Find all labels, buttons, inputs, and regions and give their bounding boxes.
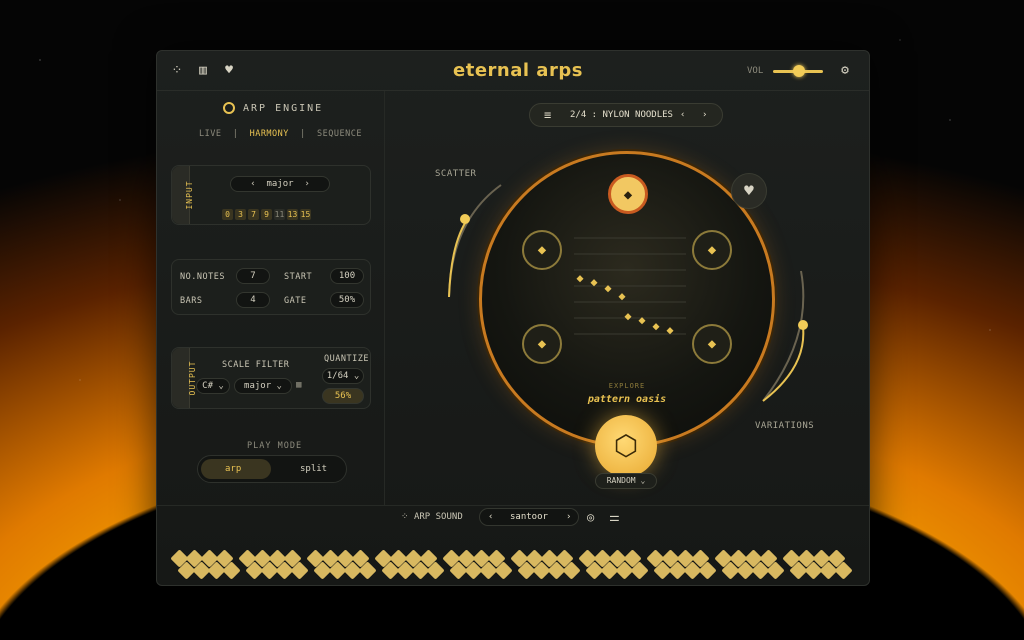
arp-sound-label: ⁘ ARP SOUND <box>401 512 463 522</box>
input-card: INPUT ‹ major › 0 3 7 9 11 13 15 <box>171 165 371 225</box>
preset-browser[interactable]: ≡ 2/4 : NYLON NOODLES ‹ › <box>529 103 723 127</box>
explore-label: EXPLORE <box>608 382 646 390</box>
explore-value: pattern oasis <box>587 394 667 405</box>
arp-mode-button[interactable]: arp <box>201 459 271 479</box>
next-sound-icon[interactable]: › <box>566 509 571 525</box>
quantize-selector[interactable]: 1/64 ⌄ <box>322 368 364 384</box>
app-logo: eternal arps <box>453 60 583 81</box>
tab-live[interactable]: LIVE <box>199 129 221 139</box>
dots-logo-icon[interactable]: ⁘ <box>169 63 185 79</box>
chip-9[interactable]: 9 <box>261 209 272 220</box>
power-icon[interactable] <box>223 102 235 114</box>
scale-filter-label: SCALE FILTER <box>222 360 290 370</box>
settings-icon[interactable]: ⚙ <box>837 63 853 79</box>
chip-7[interactable]: 7 <box>248 209 259 220</box>
start-value[interactable]: 100 <box>330 268 364 284</box>
chip-3[interactable]: 3 <box>235 209 246 220</box>
split-mode-button[interactable]: split <box>276 459 344 479</box>
pattern-node-right-top[interactable]: ◆ <box>692 230 732 270</box>
arp-pattern-preview <box>574 237 686 335</box>
piano-icon[interactable]: ▥ <box>195 63 211 79</box>
volume-label: VOL <box>747 66 764 76</box>
pattern-node-left-bottom[interactable]: ◆ <box>522 324 562 364</box>
favorite-heart-icon[interactable]: ♥ <box>731 173 767 209</box>
quantize-amount[interactable]: 56% <box>322 388 364 404</box>
menu-icon[interactable]: ≡ <box>544 104 551 126</box>
key-grid <box>170 549 853 580</box>
randomize-dice-icon[interactable]: ⬡ <box>595 415 657 477</box>
engine-title: ARP ENGINE <box>243 103 324 114</box>
chip-11[interactable]: 11 <box>274 209 285 220</box>
pattern-node-left-top[interactable]: ◆ <box>522 230 562 270</box>
chip-0[interactable]: 0 <box>222 209 233 220</box>
bars-label: BARS <box>180 296 203 306</box>
volume-slider-thumb[interactable] <box>793 65 805 77</box>
scatter-label: SCATTER <box>435 169 477 179</box>
chip-13[interactable]: 13 <box>287 209 298 220</box>
variations-label: VARIATIONS <box>755 421 815 431</box>
interval-chips: 0 3 7 9 11 13 15 <box>222 202 313 221</box>
chord-selector[interactable]: ‹ major › <box>230 176 330 192</box>
play-mode-toggle: arp split <box>197 455 347 483</box>
plugin-window: ⁘ ▥ ♥ eternal arps VOL ⚙ ARP ENGINE LIVE… <box>156 50 870 586</box>
start-label: START <box>284 272 313 282</box>
top-bar: ⁘ ▥ ♥ eternal arps VOL ⚙ <box>157 51 869 91</box>
tab-sequence[interactable]: SEQUENCE <box>317 129 362 139</box>
sound-selector[interactable]: ‹ santoor › <box>479 508 579 526</box>
prev-preset-icon[interactable]: ‹ <box>680 104 685 126</box>
quantize-label: QUANTIZE <box>324 354 369 364</box>
bars-value[interactable]: 4 <box>236 292 270 308</box>
gate-label: GATE <box>284 296 307 306</box>
notes-label: NO.NOTES <box>180 272 225 282</box>
sound-knob-icon[interactable]: ◎ <box>587 510 594 524</box>
output-card: OUTPUT SCALE FILTER C# ⌄ major ⌄ ▦ QUANT… <box>171 347 371 409</box>
pattern-node-right-bottom[interactable]: ◆ <box>692 324 732 364</box>
preset-name: 2/4 : NYLON NOODLES <box>570 110 673 120</box>
sound-name: santoor <box>510 512 548 522</box>
notes-value[interactable]: 7 <box>236 268 270 284</box>
heart-icon[interactable]: ♥ <box>221 63 237 79</box>
chip-15[interactable]: 15 <box>300 209 311 220</box>
pattern-node-top[interactable]: ◆ <box>608 174 648 214</box>
keyboard-icon[interactable]: ▦ <box>296 380 301 390</box>
scale-selector[interactable]: major ⌄ <box>234 378 292 394</box>
mixer-icon[interactable]: ⚌ <box>609 510 620 524</box>
prev-sound-icon[interactable]: ‹ <box>488 509 493 525</box>
play-mode-label: PLAY MODE <box>247 441 303 451</box>
key-selector[interactable]: C# ⌄ <box>196 378 230 394</box>
next-preset-icon[interactable]: › <box>702 104 707 126</box>
left-panel: ARP ENGINE LIVE | HARMONY | SEQUENCE INP… <box>157 91 385 505</box>
input-tab: INPUT <box>172 166 194 224</box>
output-tab: OUTPUT <box>172 348 197 408</box>
random-dropdown[interactable]: RANDOM ⌄ <box>595 473 657 489</box>
params-card: NO.NOTES 7 START 100 BARS 4 GATE 50% <box>171 259 371 315</box>
engine-mode-tabs: LIVE | HARMONY | SEQUENCE <box>199 129 362 139</box>
gate-value[interactable]: 50% <box>330 292 364 308</box>
bottom-bar: ⁘ ARP SOUND ‹ santoor › ◎ ⚌ <box>157 505 869 585</box>
tab-harmony[interactable]: HARMONY <box>250 129 289 139</box>
dial-area: SCATTER VARIATIONS ◆ ◆ ◆ ◆ ◆ EXPLORE pat… <box>385 91 869 505</box>
